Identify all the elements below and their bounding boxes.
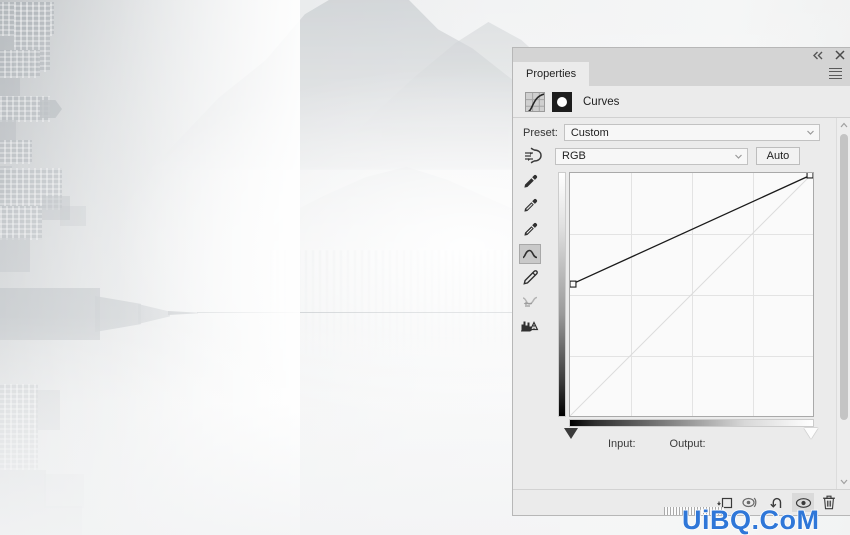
- sample-black-point-eyedropper-icon[interactable]: [519, 172, 541, 192]
- fog-overlay-bottom: [0, 315, 560, 535]
- curve-plot: [570, 173, 813, 416]
- delete-adjustment-layer-button[interactable]: [818, 493, 840, 512]
- curves-tool-rail: [513, 172, 547, 336]
- adjustment-title: Curves: [583, 95, 620, 108]
- properties-panel: Properties Curves Preset: Custom RGB Aut…: [513, 48, 850, 515]
- scrollbar-track[interactable]: [837, 132, 850, 475]
- input-gradient-strip: [569, 419, 814, 427]
- black-point-handle: [570, 280, 577, 288]
- curves-display-options-icon[interactable]: [519, 316, 541, 336]
- identity-baseline: [570, 173, 813, 416]
- channel-select[interactable]: RGB: [555, 147, 748, 165]
- smooth-curve-values-tool-icon[interactable]: [519, 292, 541, 312]
- tab-properties-label: Properties: [526, 68, 577, 80]
- curve-readouts: Input: Output:: [558, 438, 814, 450]
- curves-grid-area[interactable]: [569, 172, 814, 417]
- preset-label: Preset:: [523, 126, 558, 139]
- chevron-down-icon: [806, 128, 815, 137]
- panel-content: Preset: Custom RGB Auto Input: Output:: [513, 118, 850, 489]
- panel-titlebar[interactable]: [513, 48, 850, 62]
- scrollbar-thumb[interactable]: [839, 134, 848, 420]
- auto-button[interactable]: Auto: [756, 147, 800, 165]
- on-image-adjust-icon[interactable]: [523, 147, 547, 165]
- output-gradient-strip: [558, 172, 566, 417]
- layer-mask-icon[interactable]: [552, 91, 572, 112]
- adjustment-header: Curves: [513, 86, 850, 118]
- input-label: Input:: [608, 438, 636, 450]
- white-point-handle: [806, 173, 813, 179]
- panel-tabstrip: Properties: [513, 62, 850, 86]
- site-watermark: UiBQ.CoM: [681, 504, 820, 535]
- sample-white-point-eyedropper-icon[interactable]: [519, 220, 541, 240]
- close-x-icon[interactable]: [834, 50, 846, 61]
- channel-value: RGB: [562, 150, 586, 162]
- chevron-up-icon[interactable]: [837, 118, 850, 132]
- channel-row: RGB Auto: [523, 147, 840, 165]
- rgb-curve-line: [571, 174, 812, 285]
- output-label: Output:: [669, 438, 706, 450]
- chevron-down-icon: [734, 152, 743, 161]
- edit-points-curve-tool-icon[interactable]: [519, 244, 541, 264]
- collapse-double-chevron-icon[interactable]: [812, 50, 824, 61]
- preset-value: Custom: [570, 126, 609, 139]
- curves-adjustment-icon[interactable]: [525, 91, 545, 112]
- chevron-down-icon[interactable]: [837, 475, 850, 489]
- sample-gray-point-eyedropper-icon[interactable]: [519, 196, 541, 216]
- preset-select[interactable]: Custom: [563, 124, 820, 141]
- panel-scrollbar[interactable]: [836, 118, 850, 489]
- preset-row: Preset: Custom: [523, 124, 840, 141]
- screen: Properties Curves Preset: Custom RGB Aut…: [0, 0, 850, 535]
- panel-body: Preset: Custom RGB Auto Input: Output:: [513, 118, 850, 489]
- curves-graph[interactable]: [558, 172, 818, 439]
- draw-curve-pencil-tool-icon[interactable]: [519, 268, 541, 288]
- tab-properties[interactable]: Properties: [513, 62, 590, 86]
- hamburger-menu-icon[interactable]: [829, 68, 842, 79]
